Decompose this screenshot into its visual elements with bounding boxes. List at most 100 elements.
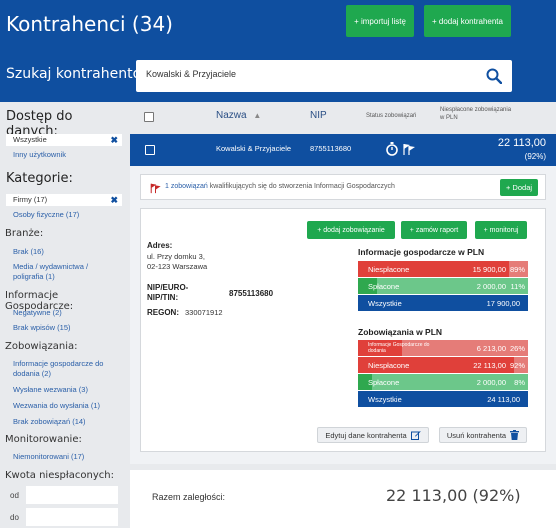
industry-link-media-cont[interactable]: poligrafia (1)	[13, 272, 55, 282]
page-header: Kontrahenci (34) + importuj listę + doda…	[0, 0, 556, 102]
industry-title: Branże:	[5, 228, 44, 239]
total-value: 22 113,00 (92%)	[386, 486, 521, 505]
column-status-header: Status zobowiązań	[366, 113, 417, 119]
stat-row-label: Informacje Gospodarcze do dodania	[368, 342, 430, 354]
liabilities-section-title: Zobowiązania w PLN	[358, 327, 443, 337]
column-name-label: Nazwa	[216, 110, 247, 121]
stat-row-percent: 11%	[510, 282, 525, 291]
edit-icon	[410, 431, 421, 440]
column-nip-header[interactable]: NIP	[310, 110, 327, 121]
close-icon[interactable]: ✖	[110, 194, 118, 206]
liabilities-title: Zobowiązania:	[5, 341, 78, 352]
stat-row-amount: 6 213,00	[476, 344, 506, 353]
monitoring-title: Monitorowanie:	[5, 434, 82, 445]
order-report-button[interactable]: + zamów raport	[401, 221, 467, 239]
search-box	[136, 60, 512, 92]
stat-row: Informacje Gospodarcze do dodania 6 213,0…	[358, 340, 528, 356]
address-label: Adres:	[147, 241, 173, 250]
stat-row-label: Spłacone	[368, 378, 400, 387]
category-filter-selected[interactable]: Firmy (17) ✖	[6, 194, 122, 206]
address-line2: 02-123 Warszawa	[147, 262, 208, 271]
column-name-header[interactable]: Nazwa ▲	[216, 110, 261, 121]
stat-row-amount: 15 900,00	[472, 265, 506, 274]
stat-row-label: Niespłacone	[368, 265, 410, 274]
trash-icon	[510, 430, 520, 440]
stat-row-label: Spłacone	[368, 282, 400, 291]
access-filter-selected[interactable]: Wszystkie ✖	[6, 134, 122, 146]
address-line1: ul. Przy domku 3,	[147, 252, 205, 261]
stat-row-percent: 8%	[514, 378, 525, 387]
notice-add-button[interactable]: + Dodaj	[500, 179, 538, 196]
edit-contractor-label: Edytuj dane kontrahenta	[325, 430, 407, 440]
import-list-button[interactable]: + importuj listę	[346, 5, 414, 37]
nip-value: 8755113680	[229, 289, 274, 298]
stat-row-percent: 92%	[509, 361, 525, 370]
nip-label-line1: NIP/EURO-	[147, 283, 189, 292]
stat-row: Wszystkie 17 900,00	[358, 295, 528, 311]
access-filter-label: Wszystkie	[13, 135, 47, 144]
notice-text: 1 zobowiązań kwalifikujących się do stwo…	[165, 183, 395, 190]
stat-row-label: Wszystkie	[368, 299, 402, 308]
add-liability-button[interactable]: + dodaj zobowiązanie	[307, 221, 395, 239]
liab-link-info-cont[interactable]: dodania (2)	[13, 369, 51, 379]
main-content: Nazwa ▲ NIP Status zobowiązań Niespłacon…	[130, 102, 556, 528]
search-label: Szukaj kontrahentów:	[6, 66, 157, 82]
categories-title: Kategorie:	[6, 171, 73, 186]
amount-title: Kwota niespłaconych:	[5, 470, 114, 481]
monitoring-link-none[interactable]: Niemonitorowani (17)	[13, 452, 84, 462]
select-all-checkbox[interactable]	[144, 112, 154, 122]
flags-icon	[403, 144, 415, 155]
industry-link-none[interactable]: Brak (16)	[13, 247, 44, 257]
row-checkbox[interactable]	[145, 145, 155, 155]
stat-row-percent: 26%	[509, 344, 525, 353]
sort-up-icon: ▲	[253, 111, 262, 120]
total-bar: Razem zaległości: 22 113,00 (92%)	[130, 470, 556, 528]
industry-link-media[interactable]: Media / wydawnictwa /	[13, 262, 88, 272]
stat-row: Spłacone 2 000,00 11%	[358, 278, 528, 294]
liab-link-info[interactable]: Informacje gospodarcze do	[13, 359, 103, 369]
column-unpaid-header: Niespłacone zobowiązania w PLN	[440, 106, 511, 122]
info-link-negative[interactable]: Negatywne (2)	[13, 308, 62, 318]
add-contractor-button[interactable]: + dodaj kontrahenta	[424, 5, 511, 37]
contractor-card: + dodaj zobowiązanie + zamów raport + mo…	[140, 208, 546, 452]
search-icon[interactable]	[486, 68, 502, 84]
stat-row-percent: 89%	[509, 265, 525, 274]
category-other-link[interactable]: Osoby fizyczne (17)	[13, 210, 79, 220]
stat-row: Spłacone 2 000,00 8%	[358, 374, 528, 390]
liab-link-to-send[interactable]: Wezwania do wysłania (1)	[13, 401, 100, 411]
stat-row-amount: 17 900,00	[486, 299, 520, 308]
row-percent: (92%)	[524, 152, 546, 161]
amount-from-input[interactable]	[26, 486, 118, 504]
delete-contractor-button[interactable]: Usuń kontrahenta	[439, 427, 527, 443]
close-icon[interactable]: ✖	[110, 134, 118, 146]
info-link-none[interactable]: Brak wpisów (15)	[13, 323, 71, 333]
liab-link-none[interactable]: Brak zobowiązań (14)	[13, 417, 86, 427]
detail-panel: 1 zobowiązań kwalifikujących się do stwo…	[130, 166, 556, 464]
notice-link[interactable]: 1 zobowiązań	[165, 183, 208, 190]
column-unpaid-line1: Niespłacone zobowiązania	[440, 107, 512, 113]
search-input[interactable]	[146, 69, 446, 79]
table-row[interactable]: Kowalski & Przyjaciele 8755113680 22 113…	[130, 134, 556, 166]
amount-to-label: do	[10, 513, 19, 522]
stat-row-amount: 22 113,00	[473, 361, 506, 370]
stat-row: Wszystkie 24 113,00	[358, 391, 528, 407]
table-header: Nazwa ▲ NIP Status zobowiązań Niespłacon…	[130, 102, 556, 132]
stat-row-label: Niespłacone	[368, 361, 410, 370]
amount-to-input[interactable]	[26, 508, 118, 526]
stopwatch-icon	[386, 142, 398, 156]
access-other-link[interactable]: Inny użytkownik	[13, 150, 66, 160]
column-unpaid-line2: w PLN	[440, 115, 458, 121]
stat-row: Niespłacone 22 113,00 92%	[358, 357, 528, 373]
nip-label-line2: NIP/TIN:	[147, 293, 179, 302]
page-title: Kontrahenci (34)	[6, 12, 173, 36]
stat-row-label: Wszystkie	[368, 395, 402, 404]
stat-row-amount: 2 000,00	[476, 378, 506, 387]
filter-sidebar: Dostęp do danych: Wszystkie ✖ Inny użytk…	[0, 102, 128, 528]
liab-link-sent[interactable]: Wysłane wezwania (3)	[13, 385, 88, 395]
info-section-title: Informacje gospodarcze w PLN	[358, 247, 485, 257]
stat-row-amount: 24 113,00	[487, 395, 520, 404]
row-name: Kowalski & Przyjaciele	[216, 144, 292, 153]
edit-contractor-button[interactable]: Edytuj dane kontrahenta	[317, 427, 429, 443]
monitor-button[interactable]: + monitoruj	[475, 221, 527, 239]
regon-label: REGON:	[147, 308, 179, 317]
